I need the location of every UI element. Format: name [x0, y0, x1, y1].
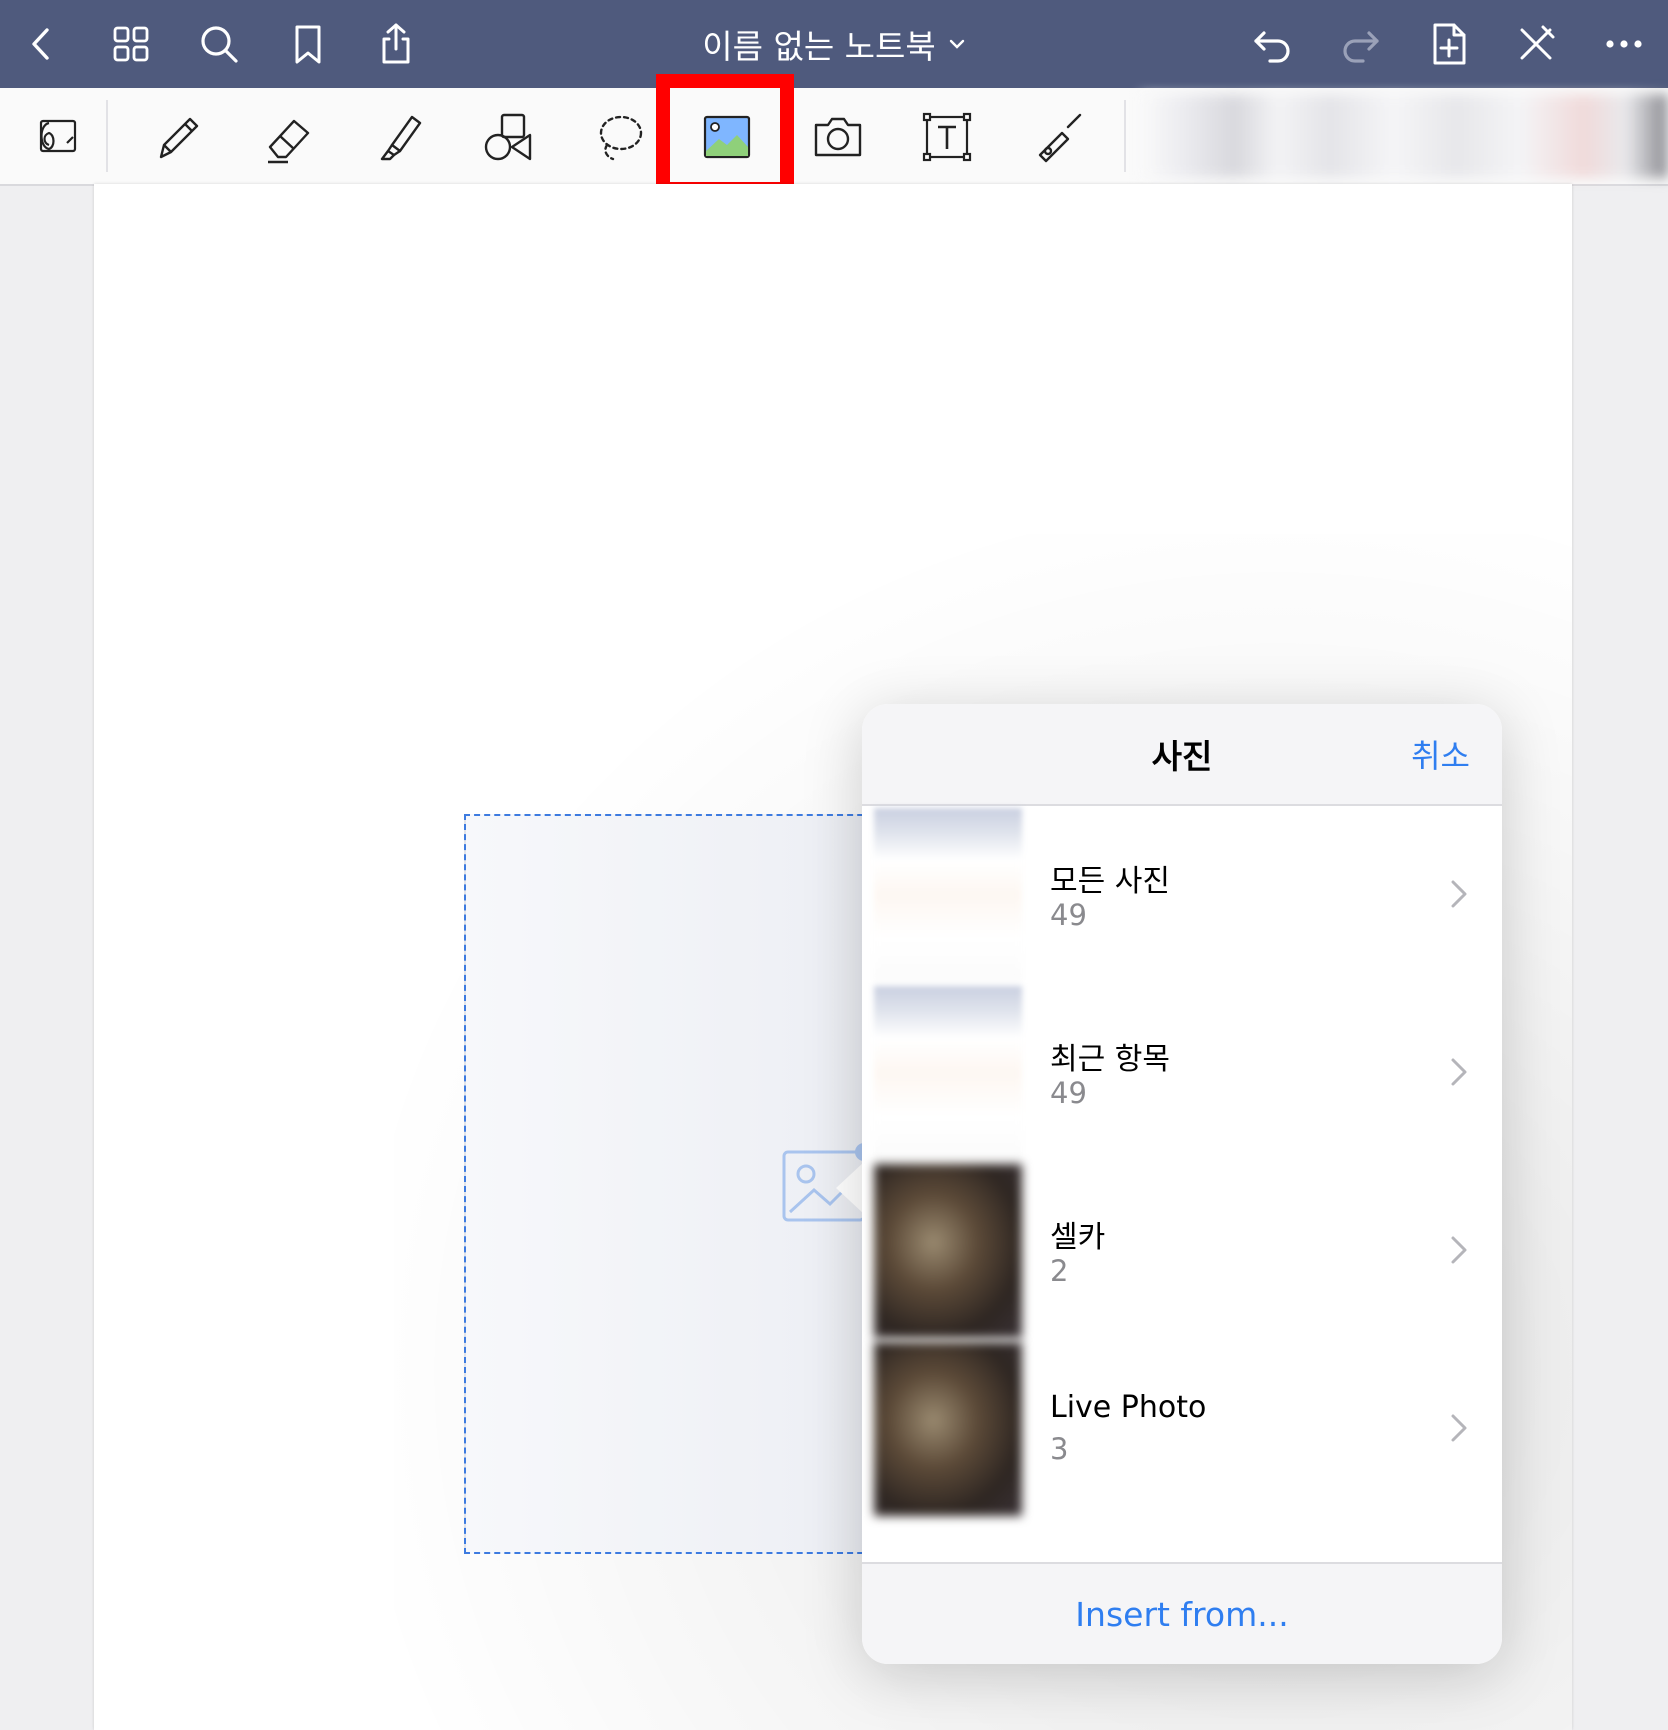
popover-arrow [836, 1162, 864, 1214]
album-name: 모든 사진 [1050, 864, 1170, 899]
more-icon[interactable] [1594, 14, 1654, 74]
popover-title: 사진 [1151, 737, 1213, 776]
album-row-recents[interactable]: 최근 항목 49 [862, 984, 1502, 1162]
page-layout-icon[interactable] [22, 102, 92, 172]
insert-from-button[interactable]: Insert from... [862, 1562, 1502, 1664]
album-thumbnail [874, 986, 1022, 1160]
back-chevron-icon[interactable] [12, 14, 72, 74]
camera-icon[interactable] [803, 102, 873, 172]
chevron-right-icon [1451, 1058, 1467, 1086]
top-nav-bar: 이름 없는 노트북 [0, 0, 1668, 88]
photo-picker-popover: 사진 취소 모든 사진 49 최근 항목 49 셀카 2 Live Photo … [862, 704, 1502, 1664]
chevron-right-icon [1451, 1236, 1467, 1264]
search-icon[interactable] [189, 14, 249, 74]
popover-header: 사진 취소 [862, 704, 1502, 806]
share-icon[interactable] [366, 14, 426, 74]
album-count: 49 [1050, 898, 1087, 932]
album-name: 셀카 [1050, 1220, 1106, 1255]
chevron-right-icon [1451, 1414, 1467, 1442]
eraser-icon[interactable] [253, 102, 323, 172]
tool-bar [0, 88, 1668, 186]
chevron-down-icon [949, 39, 964, 49]
album-thumbnail [874, 1164, 1022, 1338]
album-count: 3 [1050, 1432, 1069, 1466]
lasso-icon[interactable] [584, 102, 654, 172]
toolbar-divider [106, 100, 108, 172]
album-thumbnail [874, 1342, 1022, 1516]
shapes-icon[interactable] [473, 102, 543, 172]
pen-icon[interactable] [142, 102, 212, 172]
album-name: Live Photo [1050, 1390, 1207, 1425]
notebook-title: 이름 없는 노트북 [702, 27, 936, 66]
grid-icon[interactable] [101, 14, 161, 74]
selected-tool-highlight [656, 74, 794, 196]
laser-pointer-icon[interactable] [1023, 102, 1093, 172]
album-row-selfies[interactable]: 셀카 2 [862, 1162, 1502, 1340]
album-row-all-photos[interactable]: 모든 사진 49 [862, 806, 1502, 984]
album-count: 49 [1050, 1076, 1087, 1110]
album-thumbnail [874, 808, 1022, 982]
tool-options-strip[interactable] [1140, 94, 1668, 178]
undo-icon[interactable] [1243, 14, 1303, 74]
highlighter-icon[interactable] [363, 102, 433, 172]
album-name: 최근 항목 [1050, 1042, 1170, 1077]
chevron-right-icon [1451, 880, 1467, 908]
add-page-icon[interactable] [1419, 14, 1479, 74]
text-box-icon[interactable] [912, 102, 982, 172]
close-pen-icon[interactable] [1506, 14, 1566, 74]
album-list: 모든 사진 49 최근 항목 49 셀카 2 Live Photo 3 [862, 806, 1502, 1518]
cancel-button[interactable]: 취소 [1411, 704, 1470, 804]
album-count: 2 [1050, 1254, 1069, 1288]
toolbar-divider [1124, 100, 1126, 172]
redo-icon[interactable] [1330, 14, 1390, 74]
bookmark-icon[interactable] [278, 14, 338, 74]
album-row-live-photos[interactable]: Live Photo 3 [862, 1340, 1502, 1518]
